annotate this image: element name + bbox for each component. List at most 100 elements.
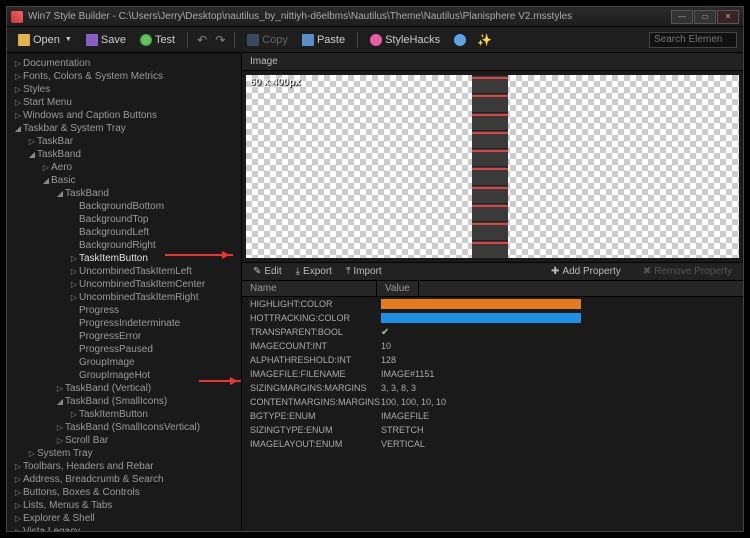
- paste-button[interactable]: Paste: [297, 32, 350, 48]
- tree-item[interactable]: ▷Toolbars, Headers and Rebar: [7, 460, 241, 473]
- tree-item[interactable]: ▷Address, Breadcrumb & Search: [7, 473, 241, 486]
- tree-item[interactable]: ▷UncombinedTaskItemRight: [7, 291, 241, 304]
- property-row[interactable]: ALPHATHRESHOLD:INT128: [242, 353, 743, 367]
- tree-item[interactable]: ▷Explorer & Shell: [7, 512, 241, 525]
- maximize-button[interactable]: ▭: [694, 10, 716, 24]
- property-value[interactable]: IMAGE#1151: [377, 369, 743, 379]
- tree-item[interactable]: ◢TaskBand (SmallIcons): [7, 395, 241, 408]
- save-button[interactable]: Save: [81, 32, 131, 48]
- expand-icon[interactable]: ▷: [69, 278, 79, 291]
- column-name[interactable]: Name: [242, 281, 377, 296]
- titlebar[interactable]: Win7 Style Builder - C:\Users\Jerry\Desk…: [7, 7, 743, 27]
- tree-item[interactable]: Progress: [7, 304, 241, 317]
- expand-icon[interactable]: ▷: [13, 473, 23, 486]
- tree-item[interactable]: ProgressPaused: [7, 343, 241, 356]
- expand-icon[interactable]: ▷: [13, 70, 23, 83]
- minimize-button[interactable]: —: [671, 10, 693, 24]
- undo-button[interactable]: ↶: [195, 33, 209, 47]
- edit-button[interactable]: ✎ Edit: [248, 264, 287, 279]
- tree-item[interactable]: ▷Lists, Menus & Tabs: [7, 499, 241, 512]
- test-button[interactable]: Test: [135, 32, 180, 48]
- info-button[interactable]: [449, 32, 471, 48]
- property-row[interactable]: CONTENTMARGINS:MARGINS100, 100, 10, 10: [242, 395, 743, 409]
- property-value[interactable]: [377, 299, 743, 309]
- search-input[interactable]: [649, 32, 737, 48]
- property-columns[interactable]: Name Value: [242, 281, 743, 297]
- collapse-icon[interactable]: ◢: [55, 187, 65, 200]
- property-value[interactable]: STRETCH: [377, 425, 743, 435]
- collapse-icon[interactable]: ◢: [55, 395, 65, 408]
- expand-icon[interactable]: ▷: [69, 252, 79, 265]
- expand-icon[interactable]: ▷: [13, 460, 23, 473]
- expand-icon[interactable]: ▷: [27, 447, 37, 460]
- expand-icon[interactable]: ▷: [69, 265, 79, 278]
- expand-icon[interactable]: ▷: [69, 291, 79, 304]
- property-row[interactable]: HIGHLIGHT:COLOR: [242, 297, 743, 311]
- open-button[interactable]: Open▼: [13, 32, 77, 48]
- tree-item[interactable]: ▷Fonts, Colors & System Metrics: [7, 70, 241, 83]
- tree-item[interactable]: GroupImage: [7, 356, 241, 369]
- expand-icon[interactable]: ▷: [13, 57, 23, 70]
- expand-icon[interactable]: ▷: [41, 161, 51, 174]
- property-value[interactable]: 3, 3, 8, 3: [377, 383, 743, 393]
- property-value[interactable]: [377, 313, 743, 323]
- tree-item[interactable]: ◢TaskBand: [7, 187, 241, 200]
- color-swatch[interactable]: [381, 313, 581, 323]
- remove-property-button[interactable]: ✖ Remove Property: [638, 264, 737, 279]
- tree-item[interactable]: ▷Documentation: [7, 57, 241, 70]
- stylehacks-button[interactable]: StyleHacks: [365, 32, 445, 48]
- tree-item[interactable]: ▷Styles: [7, 83, 241, 96]
- close-button[interactable]: ✕: [717, 10, 739, 24]
- property-value[interactable]: 10: [377, 341, 743, 351]
- column-value[interactable]: Value: [377, 281, 419, 296]
- property-value[interactable]: IMAGEFILE: [377, 411, 743, 421]
- expand-icon[interactable]: ▷: [13, 109, 23, 122]
- tree-item[interactable]: BackgroundTop: [7, 213, 241, 226]
- tree-item[interactable]: ▷Start Menu: [7, 96, 241, 109]
- tree-item[interactable]: ▷Aero: [7, 161, 241, 174]
- expand-icon[interactable]: ▷: [13, 525, 23, 531]
- property-row[interactable]: SIZINGMARGINS:MARGINS3, 3, 8, 3: [242, 381, 743, 395]
- tree-item[interactable]: ▷Vista Legacy: [7, 525, 241, 531]
- tree-item[interactable]: ◢TaskBand: [7, 148, 241, 161]
- tree-item[interactable]: ▷Windows and Caption Buttons: [7, 109, 241, 122]
- tree-item[interactable]: BackgroundRight: [7, 239, 241, 252]
- expand-icon[interactable]: ▷: [13, 512, 23, 525]
- tree-item[interactable]: ▷Buttons, Boxes & Controls: [7, 486, 241, 499]
- expand-icon[interactable]: ▷: [13, 499, 23, 512]
- image-preview[interactable]: 60 x 400px: [242, 71, 743, 262]
- add-property-button[interactable]: ✚ Add Property: [546, 264, 626, 279]
- tree-item[interactable]: ▷TaskItemButton: [7, 408, 241, 421]
- property-value[interactable]: 128: [377, 355, 743, 365]
- tree-item[interactable]: BackgroundLeft: [7, 226, 241, 239]
- redo-button[interactable]: ↷: [213, 33, 227, 47]
- property-row[interactable]: SIZINGTYPE:ENUMSTRETCH: [242, 423, 743, 437]
- tree-item[interactable]: BackgroundBottom: [7, 200, 241, 213]
- property-row[interactable]: TRANSPARENT:BOOL✔: [242, 325, 743, 339]
- property-row[interactable]: IMAGECOUNT:INT10: [242, 339, 743, 353]
- tree-item[interactable]: ◢Taskbar & System Tray: [7, 122, 241, 135]
- tree-item[interactable]: ▷UncombinedTaskItemLeft: [7, 265, 241, 278]
- expand-icon[interactable]: ▷: [27, 135, 37, 148]
- expand-icon[interactable]: ▷: [55, 434, 65, 447]
- tree-item[interactable]: ▷TaskBand (Vertical): [7, 382, 241, 395]
- property-list[interactable]: HIGHLIGHT:COLORHOTTRACKING:COLORTRANSPAR…: [242, 297, 743, 531]
- property-value[interactable]: 100, 100, 10, 10: [377, 397, 743, 407]
- import-button[interactable]: ⤒ Import: [341, 264, 387, 279]
- property-row[interactable]: IMAGEFILE:FILENAMEIMAGE#1151: [242, 367, 743, 381]
- tree-item[interactable]: ▷System Tray: [7, 447, 241, 460]
- tree-panel[interactable]: ▷Documentation▷Fonts, Colors & System Me…: [7, 53, 242, 531]
- property-row[interactable]: HOTTRACKING:COLOR: [242, 311, 743, 325]
- expand-icon[interactable]: ▷: [69, 408, 79, 421]
- tree-item[interactable]: ProgressIndeterminate: [7, 317, 241, 330]
- expand-icon[interactable]: ▷: [55, 421, 65, 434]
- property-value[interactable]: VERTICAL: [377, 439, 743, 449]
- collapse-icon[interactable]: ◢: [41, 174, 51, 187]
- expand-icon[interactable]: ▷: [13, 96, 23, 109]
- property-row[interactable]: BGTYPE:ENUMIMAGEFILE: [242, 409, 743, 423]
- tree-item[interactable]: ▷Scroll Bar: [7, 434, 241, 447]
- expand-icon[interactable]: ▷: [13, 83, 23, 96]
- copy-button[interactable]: Copy: [242, 32, 293, 48]
- export-button[interactable]: ⤓ Export: [291, 264, 337, 279]
- collapse-icon[interactable]: ◢: [27, 148, 37, 161]
